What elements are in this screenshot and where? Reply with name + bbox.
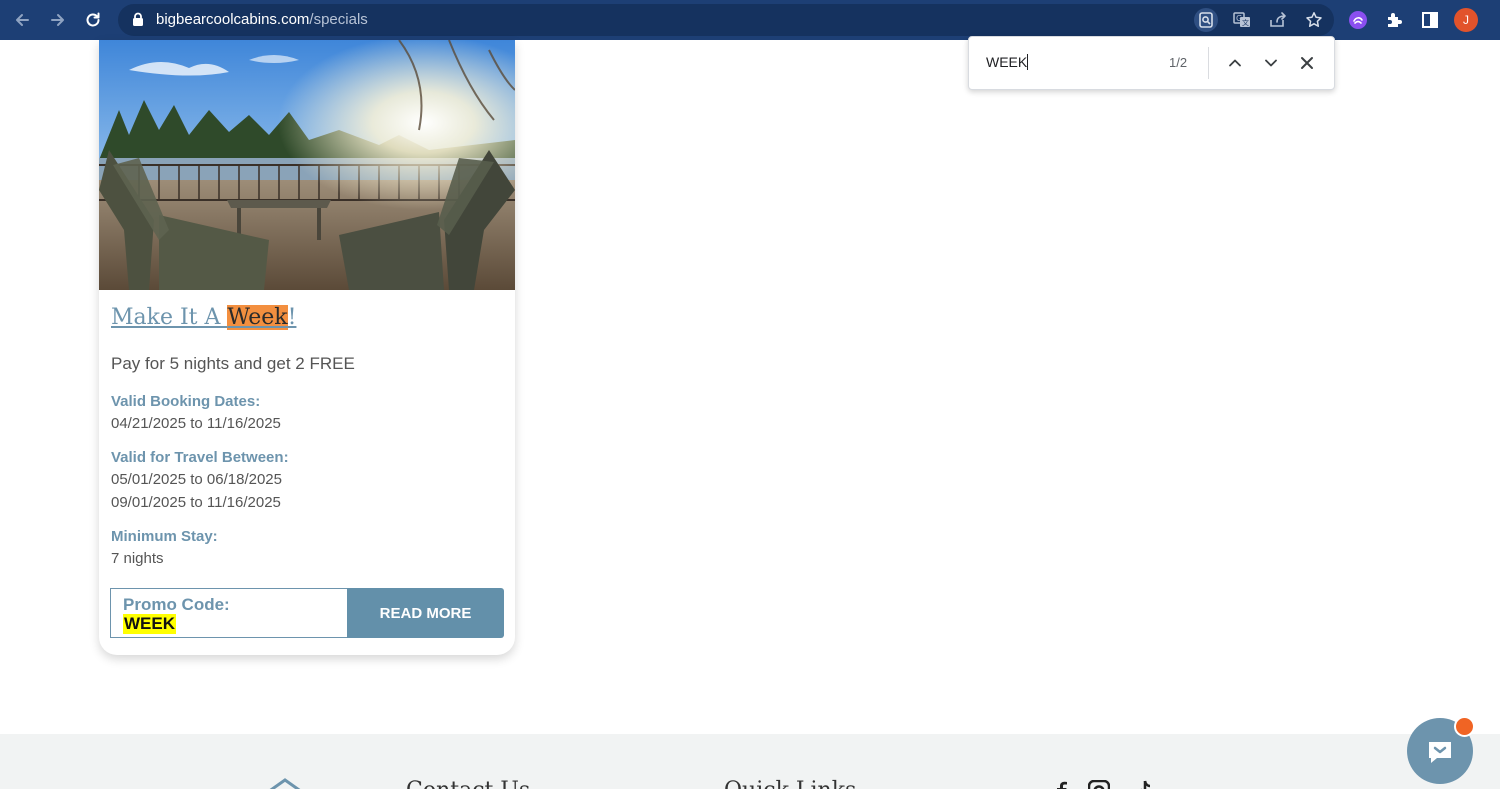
facebook-icon[interactable] (1054, 780, 1068, 789)
offer-description: Pay for 5 nights and get 2 FREE (111, 354, 355, 373)
find-in-page-icon[interactable] (1194, 8, 1218, 32)
instagram-icon[interactable] (1088, 780, 1110, 789)
extensions-puzzle-icon[interactable] (1382, 8, 1406, 32)
find-match-count: 1/2 (1169, 55, 1188, 70)
profile-avatar[interactable]: J (1454, 8, 1478, 32)
bookmark-star-icon[interactable] (1302, 8, 1326, 32)
url-text[interactable]: bigbearcoolcabins.com/specials (156, 11, 368, 28)
tiktok-icon[interactable] (1134, 780, 1154, 789)
booking-dates-label: Valid Booking Dates: (111, 393, 261, 410)
promo-code-box: Promo Code: WEEK (110, 588, 348, 638)
travel-dates-value: 05/01/2025 to 06/18/2025 (111, 471, 282, 488)
find-divider (1208, 47, 1209, 79)
footer-quick-links-heading: Quick Links (724, 778, 856, 789)
find-input[interactable]: WEEK (986, 54, 1029, 70)
find-query: WEEK (986, 54, 1028, 70)
minimum-stay-label: Minimum Stay: (111, 528, 218, 545)
share-icon[interactable] (1266, 8, 1290, 32)
promo-code-value: WEEK (123, 614, 176, 634)
chat-icon (1429, 742, 1451, 763)
offer-title-prefix: Make It A (111, 305, 228, 330)
minimum-stay-value: 7 nights (111, 550, 164, 567)
extension-icon[interactable] (1346, 8, 1370, 32)
side-panel-icon[interactable] (1418, 8, 1442, 32)
special-offer-card: Make It A Week! Pay for 5 nights and get… (99, 40, 515, 655)
travel-dates-label: Valid for Travel Between: (111, 449, 289, 466)
travel-dates-value: 09/01/2025 to 11/16/2025 (111, 494, 281, 511)
reload-icon[interactable] (79, 6, 107, 34)
read-more-button[interactable]: READ MORE (347, 588, 504, 638)
url-domain: bigbearcoolcabins.com (156, 11, 310, 28)
footer-contact-heading: Contact Us (406, 778, 530, 789)
lock-icon[interactable] (132, 12, 144, 32)
svg-text:文: 文 (1242, 18, 1249, 27)
chat-notification-badge (1454, 716, 1475, 737)
footer-logo-icon[interactable] (266, 778, 304, 789)
booking-dates-value: 04/21/2025 to 11/16/2025 (111, 415, 281, 432)
site-footer: Contact Us Quick Links (0, 734, 1500, 789)
back-arrow-icon[interactable] (8, 6, 36, 34)
text-caret (1027, 54, 1029, 70)
find-highlight-current: Week (227, 305, 288, 330)
previous-match-chevron-up-icon[interactable] (1223, 51, 1247, 75)
address-bar[interactable]: bigbearcoolcabins.com/specials G文 (118, 4, 1334, 36)
cabin-deck-photo (99, 40, 515, 290)
find-bar: WEEK 1/2 (968, 36, 1335, 90)
next-match-chevron-down-icon[interactable] (1259, 51, 1283, 75)
browser-toolbar: bigbearcoolcabins.com/specials G文 J (0, 0, 1500, 40)
forward-arrow-icon[interactable] (44, 6, 72, 34)
offer-title-link[interactable]: Make It A Week! (111, 305, 296, 330)
promo-code-label: Promo Code: (123, 595, 230, 614)
close-find-icon[interactable] (1295, 51, 1319, 75)
translate-icon[interactable]: G文 (1230, 8, 1254, 32)
url-path: /specials (309, 11, 368, 28)
offer-title-suffix: ! (287, 305, 297, 330)
